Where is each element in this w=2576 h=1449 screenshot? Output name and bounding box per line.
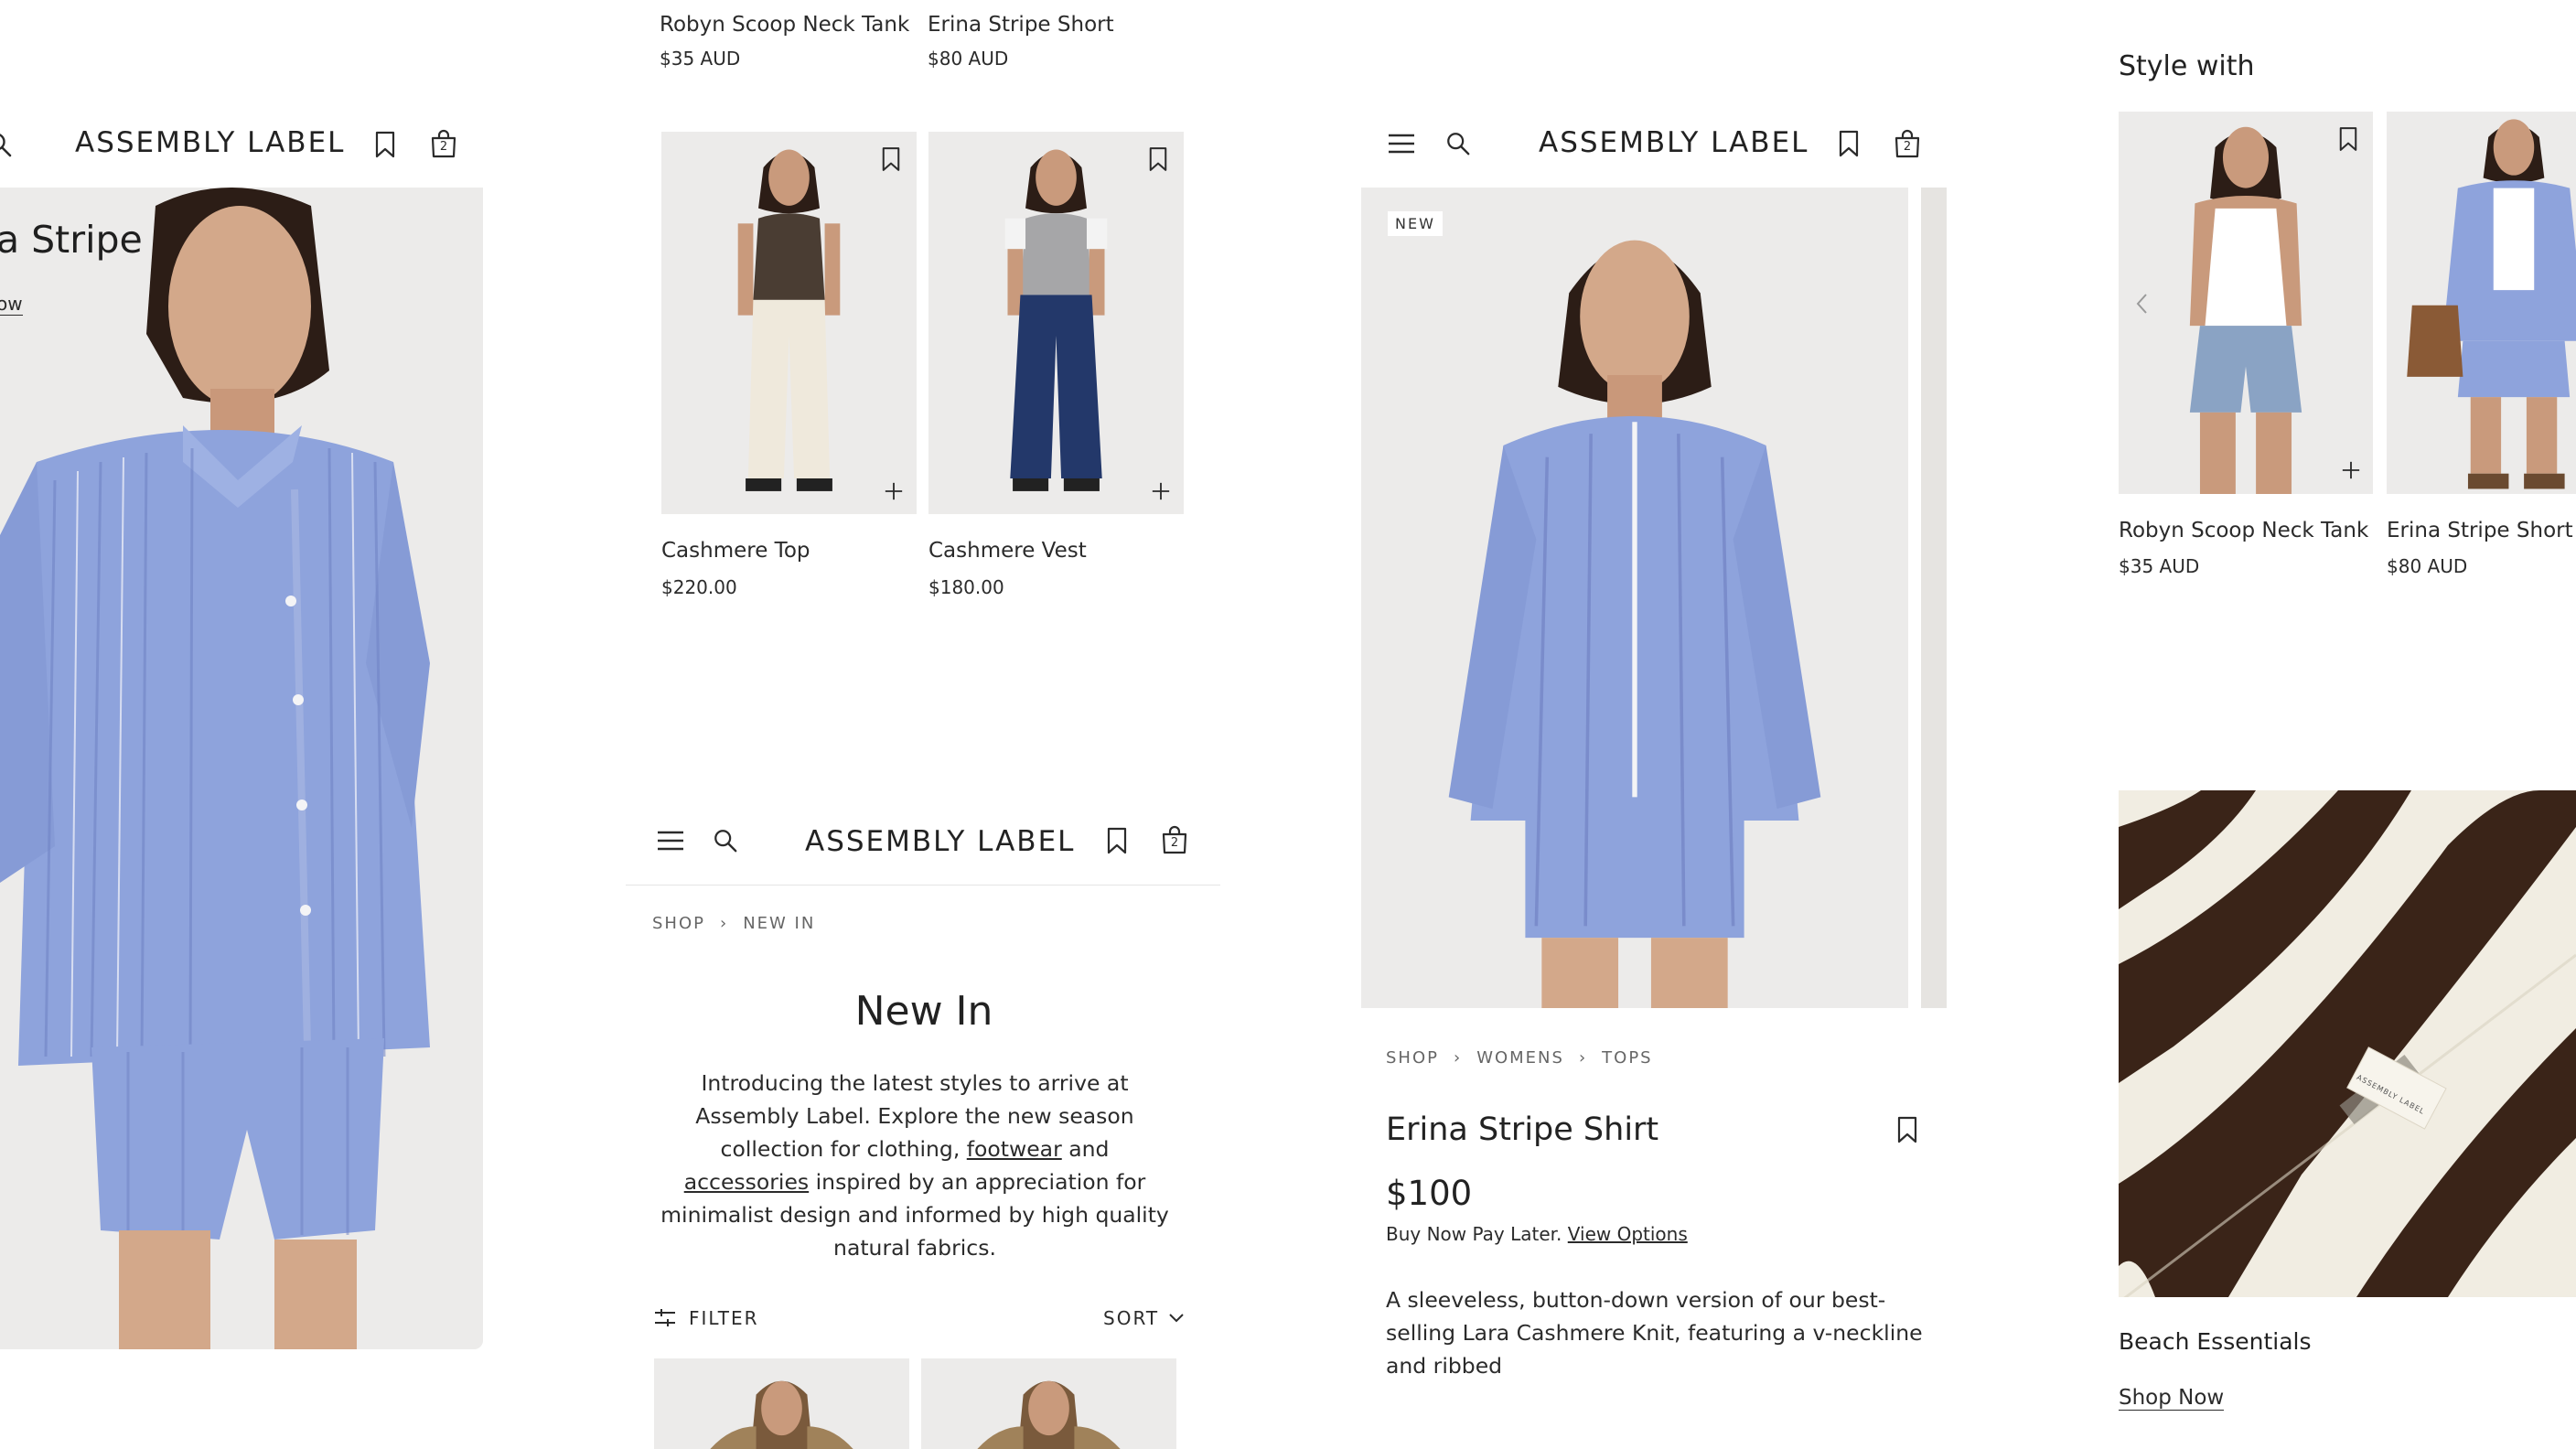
chevron-left-icon[interactable]	[2135, 293, 2148, 315]
breadcrumb-separator: ›	[1578, 1048, 1588, 1068]
cart-icon[interactable]: 2	[1161, 825, 1188, 854]
product-card-image[interactable]	[928, 132, 1184, 514]
hero-shop-link[interactable]: ow	[0, 293, 23, 316]
sort-label: SORT	[1103, 1307, 1160, 1329]
breadcrumb: SHOP › NEW IN	[652, 914, 815, 933]
product-name[interactable]: Robyn Scoop Neck Tank	[2119, 519, 2368, 542]
filter-sliders-icon	[654, 1308, 676, 1328]
sort-button[interactable]: SORT	[1103, 1307, 1185, 1329]
breadcrumb-separator: ›	[719, 914, 729, 933]
panel-style-with: Style with Robyn Scoop Neck Tank $35 AUD…	[2119, 0, 2576, 1449]
cart-icon[interactable]: 2	[430, 129, 457, 158]
product-price: $80 AUD	[928, 48, 1009, 70]
product-description: A sleeveless, button-down version of our…	[1386, 1287, 1923, 1379]
page-title: New In	[854, 988, 993, 1035]
accessories-link[interactable]: accessories	[684, 1169, 809, 1195]
filter-button[interactable]: FILTER	[654, 1307, 759, 1329]
add-to-cart-plus-icon[interactable]	[2341, 460, 2361, 480]
menu-icon[interactable]	[657, 830, 684, 852]
brand-logo[interactable]: ASSEMBLY LABEL	[1539, 126, 1809, 159]
bookmark-icon[interactable]	[1148, 146, 1168, 172]
hero-title: a Stripe	[0, 218, 143, 262]
add-to-cart-plus-icon[interactable]	[1151, 481, 1171, 501]
search-icon[interactable]	[0, 131, 13, 158]
product-gallery-next-image[interactable]	[1921, 188, 1947, 1008]
product-price: $35 AUD	[2119, 555, 2200, 577]
footwear-link[interactable]: footwear	[967, 1136, 1062, 1162]
product-card-image[interactable]	[654, 1358, 909, 1449]
cart-icon[interactable]: 2	[1894, 129, 1921, 158]
product-price: $180.00	[928, 576, 1004, 598]
product-name[interactable]: Robyn Scoop Neck Tank	[660, 13, 909, 37]
brand-logo[interactable]: ASSEMBLY LABEL	[805, 825, 1075, 858]
product-price: $220.00	[661, 576, 737, 598]
search-icon[interactable]	[713, 828, 738, 853]
category-intro: Introducing the latest styles to arrive …	[659, 1067, 1171, 1264]
bnpl-row: Buy Now Pay Later. View Options	[1386, 1223, 1688, 1245]
header-bar: ASSEMBLY LABEL 2	[626, 805, 1220, 886]
product-name[interactable]: Cashmere Top	[661, 539, 810, 563]
product-price: $100	[1386, 1174, 1473, 1213]
breadcrumb-new-in[interactable]: NEW IN	[743, 914, 815, 933]
bookmark-icon[interactable]	[1896, 1116, 1918, 1143]
cart-count: 2	[439, 140, 448, 154]
breadcrumb-shop[interactable]: SHOP	[652, 914, 705, 933]
product-card-image[interactable]	[661, 132, 917, 514]
collection-image[interactable]: ASSEMBLY LABEL	[2119, 790, 2576, 1297]
style-with-heading: Style with	[2119, 50, 2255, 82]
product-price: $35 AUD	[660, 48, 741, 70]
add-to-cart-plus-icon[interactable]	[884, 481, 904, 501]
hero-image[interactable]: a Stripe ow	[0, 188, 483, 1349]
bookmark-icon[interactable]	[2338, 126, 2358, 152]
panel-product-detail: ASSEMBLY LABEL 2 NEW SHOP › WOMENS › TOP…	[1361, 0, 1947, 1449]
breadcrumb: SHOP › WOMENS › TOPS	[1386, 1048, 1653, 1068]
cart-count: 2	[1170, 836, 1179, 850]
product-name[interactable]: Erina Stripe Short	[2387, 519, 2573, 542]
view-options-link[interactable]: View Options	[1568, 1223, 1688, 1245]
product-card-image[interactable]	[921, 1358, 1176, 1449]
product-title: Erina Stripe Shirt	[1386, 1111, 1659, 1148]
panel-products: Robyn Scoop Neck Tank $35 AUD Erina Stri…	[622, 0, 1226, 1449]
bookmark-icon[interactable]	[881, 146, 901, 172]
bookmark-icon[interactable]	[1106, 827, 1128, 854]
brand-logo[interactable]: ASSEMBLY LABEL	[75, 126, 345, 159]
collection-title: Beach Essentials	[2119, 1328, 2312, 1355]
new-badge: NEW	[1388, 211, 1443, 236]
product-name[interactable]: Cashmere Vest	[928, 539, 1087, 563]
shop-now-link[interactable]: Shop Now	[2119, 1386, 2225, 1411]
cart-count: 2	[1903, 140, 1912, 154]
bookmark-icon[interactable]	[1838, 130, 1860, 157]
breadcrumb-shop[interactable]: SHOP	[1386, 1048, 1439, 1068]
chevron-down-icon	[1168, 1313, 1185, 1324]
filter-label: FILTER	[689, 1307, 759, 1329]
product-name[interactable]: Erina Stripe Short	[928, 13, 1114, 37]
menu-icon[interactable]	[1388, 133, 1415, 155]
bnpl-text: Buy Now Pay Later.	[1386, 1223, 1562, 1245]
breadcrumb-womens[interactable]: WOMENS	[1476, 1048, 1564, 1068]
product-card-image[interactable]	[2119, 112, 2373, 494]
product-card-image[interactable]	[2387, 112, 2576, 494]
search-icon[interactable]	[1445, 131, 1471, 156]
product-price: $80 AUD	[2387, 555, 2468, 577]
breadcrumb-tops[interactable]: TOPS	[1602, 1048, 1652, 1068]
bookmark-icon[interactable]	[374, 131, 396, 158]
panel-hero: ASSEMBLY LABEL 2 a Stripe ow	[0, 0, 485, 1449]
breadcrumb-separator: ›	[1453, 1048, 1463, 1068]
product-gallery-image[interactable]: NEW	[1361, 188, 1908, 1008]
intro-text-and: and	[1061, 1136, 1110, 1162]
